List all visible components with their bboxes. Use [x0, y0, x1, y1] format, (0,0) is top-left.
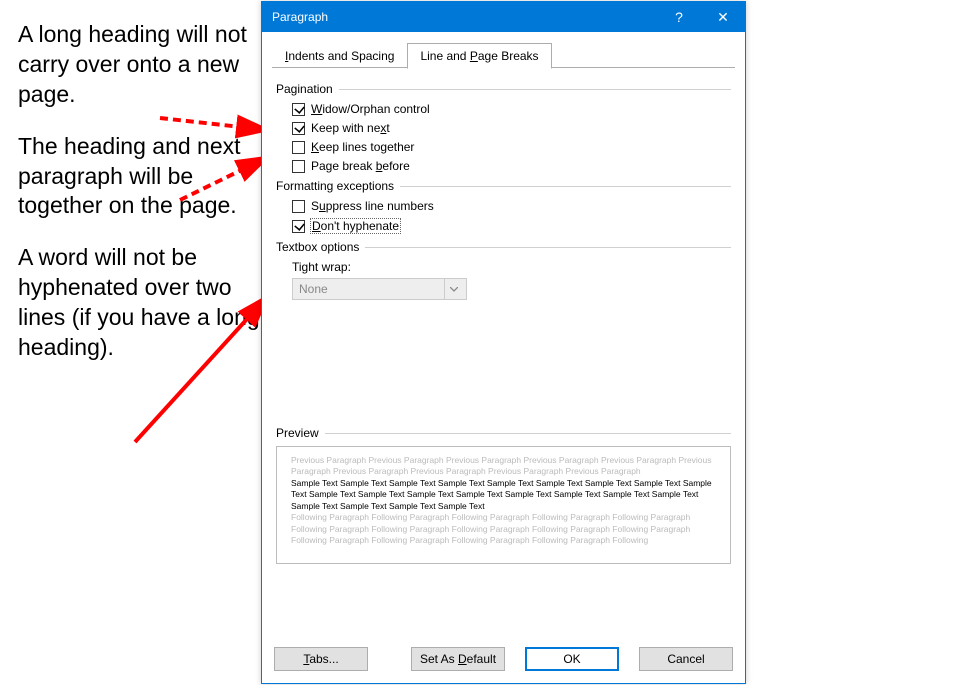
help-button[interactable]: ? — [657, 2, 701, 32]
tab-indents-and-spacing[interactable]: Indents and Spacing — [272, 43, 407, 69]
dropdown-tight-wrap-value: None — [299, 282, 328, 296]
checkbox-keep-with-next[interactable] — [292, 122, 305, 135]
dropdown-tight-wrap: None — [292, 278, 467, 300]
label-dont-hyphenate: Don't hyphenate — [310, 218, 401, 234]
set-as-default-button[interactable]: Set As Default — [411, 647, 505, 671]
checkbox-page-break-before[interactable] — [292, 160, 305, 173]
paragraph-dialog: Paragraph ? ✕ Indents and Spacing Line a… — [261, 1, 746, 684]
checkbox-dont-hyphenate[interactable] — [292, 220, 305, 233]
checkbox-keep-lines-together[interactable] — [292, 141, 305, 154]
dialog-title: Paragraph — [272, 10, 657, 24]
label-keep-with-next: Keep with next — [311, 121, 390, 135]
preview-sample: Sample Text Sample Text Sample Text Samp… — [291, 478, 716, 512]
label-suppress-line-numbers: Suppress line numbers — [311, 199, 434, 213]
button-bar: Tabs... Set As Default OK Cancel — [262, 637, 745, 683]
tabstrip: Indents and Spacing Line and Page Breaks — [262, 32, 745, 68]
checkbox-suppress-line-numbers[interactable] — [292, 200, 305, 213]
dialog-body: Pagination Widow/Orphan control Keep wit… — [272, 67, 735, 637]
tab-line-and-page-breaks[interactable]: Line and Page Breaks — [407, 43, 551, 69]
annotation-widow: A long heading will not carry over onto … — [18, 20, 268, 110]
label-keep-lines-together: Keep lines together — [311, 140, 414, 154]
tabs-button[interactable]: Tabs... — [274, 647, 368, 671]
group-preview: Preview — [276, 426, 731, 440]
label-page-break-before: Page break before — [311, 159, 410, 173]
chevron-down-icon — [444, 279, 462, 299]
preview-previous: Previous Paragraph Previous Paragraph Pr… — [291, 455, 716, 478]
titlebar: Paragraph ? ✕ — [262, 2, 745, 32]
annotation-hyphen: A word will not be hyphenated over two l… — [18, 243, 268, 363]
preview-following: Following Paragraph Following Paragraph … — [291, 512, 716, 546]
label-widow-orphan: Widow/Orphan control — [311, 102, 430, 116]
close-button[interactable]: ✕ — [701, 2, 745, 32]
group-pagination: Pagination — [276, 82, 731, 96]
group-textbox-options: Textbox options — [276, 240, 731, 254]
label-tight-wrap: Tight wrap: — [292, 260, 731, 274]
ok-button[interactable]: OK — [525, 647, 619, 671]
preview-box: Previous Paragraph Previous Paragraph Pr… — [276, 446, 731, 564]
cancel-button[interactable]: Cancel — [639, 647, 733, 671]
annotation-keepnext: The heading and next paragraph will be t… — [18, 132, 268, 222]
checkbox-widow-orphan[interactable] — [292, 103, 305, 116]
annotation-column: A long heading will not carry over onto … — [18, 20, 268, 385]
group-formatting-exceptions: Formatting exceptions — [276, 179, 731, 193]
